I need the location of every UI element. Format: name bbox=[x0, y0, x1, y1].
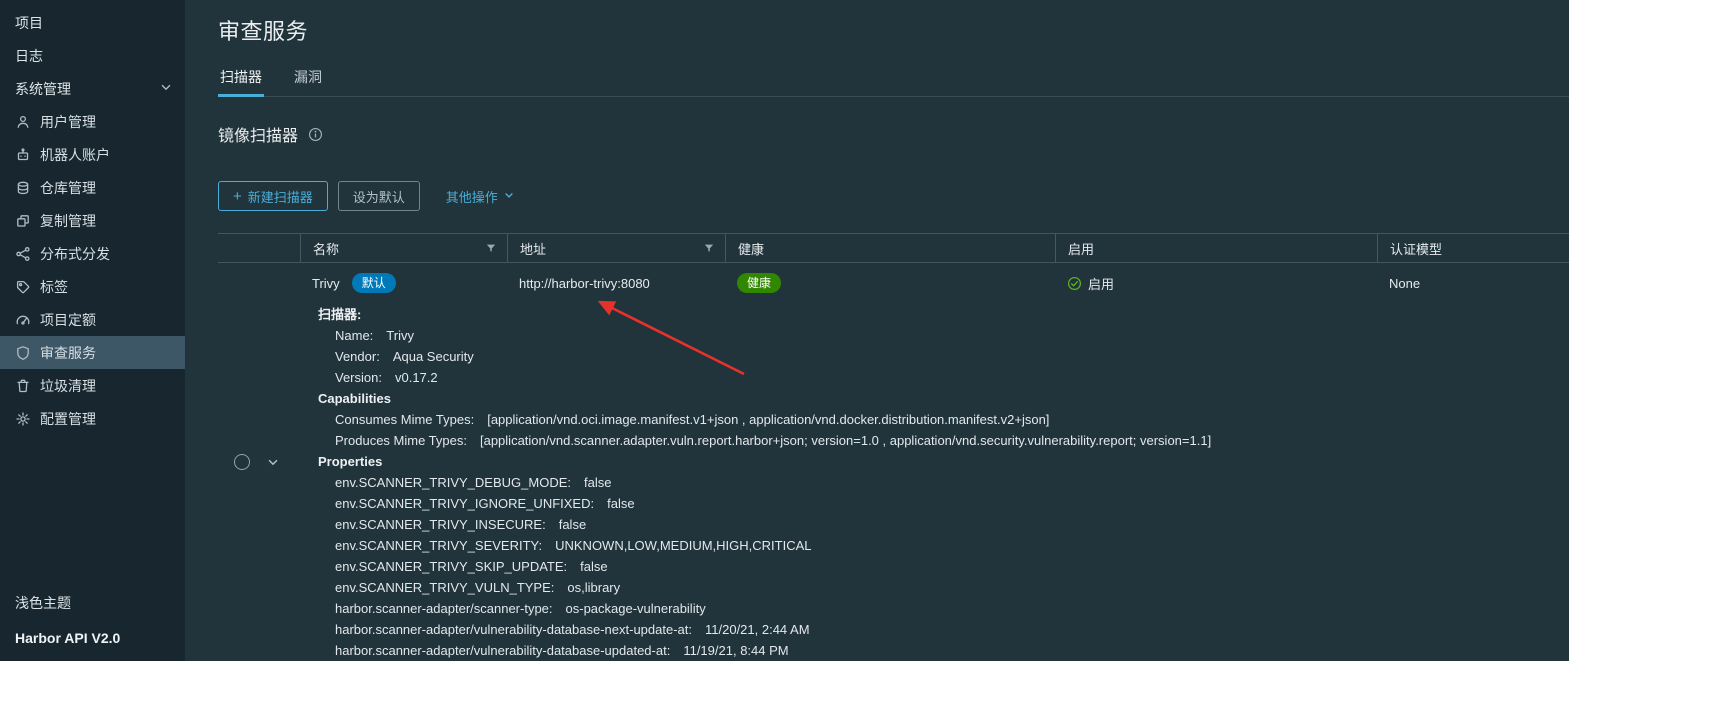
main-content: 审查服务 扫描器 漏洞 镜像扫描器 + 新建扫描器 设为默认 其他操作 名称 地… bbox=[185, 0, 1569, 661]
row-radio-button[interactable] bbox=[234, 454, 250, 470]
detail-line: Properties bbox=[318, 454, 383, 469]
row-main: Trivy 默认 http://harbor-trivy:8080 健康 启用 … bbox=[300, 263, 1569, 661]
sidebar-item-labels[interactable]: 标签 bbox=[0, 270, 185, 303]
filter-funnel-icon[interactable] bbox=[485, 242, 497, 254]
column-header-3: 启用 bbox=[1055, 234, 1377, 262]
sidebar-item-interrogation-services[interactable]: 审查服务 bbox=[0, 336, 185, 369]
sidebar-group-label: 系统管理 bbox=[15, 80, 71, 97]
page-title: 审查服务 bbox=[218, 19, 309, 44]
enabled-label: 启用 bbox=[1088, 276, 1115, 292]
users-icon bbox=[15, 114, 31, 130]
sidebar-item-garbage-collection[interactable]: 垃圾清理 bbox=[0, 369, 185, 402]
sidebar-system-items: 用户管理 机器人账户 仓库管理 复制管理 分布式分发 标签 项目定额 审查服务 bbox=[0, 105, 185, 435]
column-label: 名称 bbox=[313, 241, 340, 257]
chevron-down-icon bbox=[159, 80, 173, 97]
quota-icon bbox=[15, 312, 31, 328]
table-header-gutter bbox=[218, 234, 300, 262]
cell-address: http://harbor-trivy:8080 bbox=[507, 276, 725, 291]
column-header-4: 认证模型 bbox=[1377, 234, 1569, 262]
sidebar-item-distribution[interactable]: 分布式分发 bbox=[0, 237, 185, 270]
section-header: 镜像扫描器 bbox=[218, 122, 1569, 146]
detail-line: env.SCANNER_TRIVY_SEVERITY: UNKNOWN,LOW,M… bbox=[335, 538, 812, 553]
cell-health: 健康 bbox=[725, 273, 1055, 293]
sidebar-item-registries[interactable]: 仓库管理 bbox=[0, 171, 185, 204]
detail-line: env.SCANNER_TRIVY_VULN_TYPE: os,library bbox=[335, 580, 621, 595]
cell-auth-model: None bbox=[1377, 276, 1569, 291]
sidebar-footer: 浅色主题 Harbor API V2.0 bbox=[0, 586, 185, 661]
filter-funnel-icon[interactable] bbox=[703, 242, 715, 254]
detail-line: Produces Mime Types: [application/vnd.sca… bbox=[335, 433, 1212, 448]
shield-icon bbox=[15, 345, 31, 361]
detail-line: Version: v0.17.2 bbox=[335, 370, 438, 385]
detail-line: harbor.scanner-adapter/vulnerability-dat… bbox=[335, 643, 789, 658]
replication-icon bbox=[15, 213, 31, 229]
detail-line: Name: Trivy bbox=[335, 328, 414, 343]
detail-line: env.SCANNER_TRIVY_SKIP_UPDATE: false bbox=[335, 559, 608, 574]
row-details: 扫描器: Name: Trivy Vendor: Aqua Security Ver… bbox=[300, 303, 1569, 661]
cell-enabled: 启用 bbox=[1055, 274, 1377, 293]
detail-line: Capabilities bbox=[318, 391, 391, 406]
robot-icon bbox=[15, 147, 31, 163]
column-label: 健康 bbox=[738, 241, 765, 257]
scanner-name: Trivy bbox=[312, 275, 340, 291]
sidebar-item-replications[interactable]: 复制管理 bbox=[0, 204, 185, 237]
tab-vulnerability[interactable]: 漏洞 bbox=[292, 67, 324, 96]
tab-bar: 扫描器 漏洞 bbox=[218, 67, 1569, 97]
detail-line: 扫描器: bbox=[318, 307, 362, 322]
row-summary: Trivy 默认 http://harbor-trivy:8080 健康 启用 … bbox=[300, 263, 1569, 303]
sidebar-item-user-management[interactable]: 用户管理 bbox=[0, 105, 185, 138]
row-expand-caret-icon[interactable] bbox=[266, 455, 280, 469]
detail-line: env.SCANNER_TRIVY_IGNORE_UNFIXED: false bbox=[335, 496, 635, 511]
detail-line: env.SCANNER_TRIVY_INSECURE: false bbox=[335, 517, 587, 532]
column-header-0: 名称 bbox=[300, 234, 507, 262]
section-title: 镜像扫描器 bbox=[218, 128, 299, 145]
set-default-button[interactable]: 设为默认 bbox=[337, 181, 420, 211]
scanner-address: http://harbor-trivy:8080 bbox=[519, 275, 650, 291]
cell-name: Trivy 默认 bbox=[300, 273, 507, 293]
sidebar-top-items: 项目 日志 bbox=[0, 6, 185, 72]
sidebar-item-logs[interactable]: 日志 bbox=[0, 39, 185, 72]
detail-line: Vendor: Aqua Security bbox=[335, 349, 474, 364]
detail-line: harbor.scanner-adapter/scanner-type: os-p… bbox=[335, 601, 706, 616]
table-row: Trivy 默认 http://harbor-trivy:8080 健康 启用 … bbox=[218, 263, 1569, 661]
detail-line: Consumes Mime Types: [application/vnd.oci… bbox=[335, 412, 1050, 427]
info-icon[interactable] bbox=[308, 127, 323, 142]
column-header-2: 健康 bbox=[725, 234, 1055, 262]
registry-icon bbox=[15, 180, 31, 196]
tag-icon bbox=[15, 279, 31, 295]
harbor-app: 项目 日志 系统管理 用户管理 机器人账户 仓库管理 复制管理 分布式分发 标签… bbox=[0, 0, 1569, 661]
sidebar-item-configuration[interactable]: 配置管理 bbox=[0, 402, 185, 435]
column-header-1: 地址 bbox=[507, 234, 725, 262]
toolbar: + 新建扫描器 设为默认 其他操作 bbox=[218, 181, 1569, 211]
distribution-icon bbox=[15, 246, 31, 262]
sidebar-item-projects[interactable]: 项目 bbox=[0, 6, 185, 39]
trash-icon bbox=[15, 378, 31, 394]
sidebar-item-project-quotas[interactable]: 项目定额 bbox=[0, 303, 185, 336]
tab-scanners[interactable]: 扫描器 bbox=[218, 67, 264, 97]
sidebar-group-system-management[interactable]: 系统管理 bbox=[0, 72, 185, 105]
column-label: 认证模型 bbox=[1390, 241, 1443, 257]
sidebar: 项目 日志 系统管理 用户管理 机器人账户 仓库管理 复制管理 分布式分发 标签… bbox=[0, 0, 185, 661]
plus-icon: + bbox=[233, 187, 242, 205]
detail-line: harbor.scanner-adapter/vulnerability-dat… bbox=[335, 622, 810, 637]
sidebar-item-robot-accounts[interactable]: 机器人账户 bbox=[0, 138, 185, 171]
gear-icon bbox=[15, 411, 31, 427]
default-badge: 默认 bbox=[351, 273, 396, 293]
other-actions-dropdown[interactable]: 其他操作 bbox=[442, 181, 519, 211]
detail-line: env.SCANNER_TRIVY_DEBUG_MODE: false bbox=[335, 475, 612, 490]
scanners-table: 名称 地址 健康 启用 认证模型 Trivy 默认 http://harbor-… bbox=[218, 233, 1569, 661]
table-header: 名称 地址 健康 启用 认证模型 bbox=[218, 233, 1569, 263]
column-label: 地址 bbox=[520, 241, 547, 257]
sidebar-footer-harbor-api[interactable]: Harbor API V2.0 bbox=[0, 619, 185, 657]
column-label: 启用 bbox=[1068, 241, 1095, 257]
row-gutter bbox=[218, 263, 300, 661]
health-badge: 健康 bbox=[737, 273, 782, 293]
auth-model-value: None bbox=[1389, 275, 1421, 291]
chevron-down-icon bbox=[503, 189, 515, 204]
new-scanner-button[interactable]: + 新建扫描器 bbox=[218, 181, 328, 211]
sidebar-footer-light-theme[interactable]: 浅色主题 bbox=[0, 586, 185, 619]
check-circle-icon bbox=[1067, 276, 1082, 291]
